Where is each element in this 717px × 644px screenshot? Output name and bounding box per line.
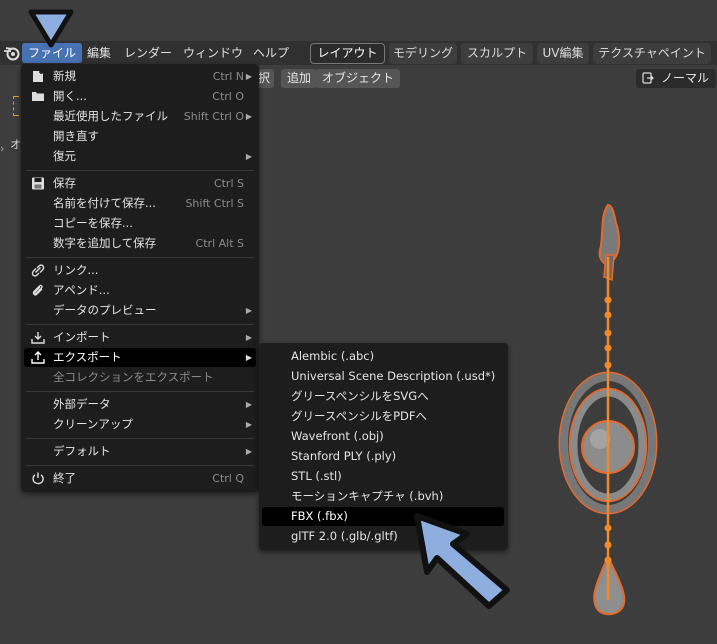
submenu-arrow-icon: ▶ <box>245 72 252 81</box>
power-icon <box>32 472 44 485</box>
menu-edit[interactable]: 編集 <box>81 43 117 63</box>
menu-separator <box>26 170 254 171</box>
menu-item-label: 復元 <box>53 149 76 163</box>
menu-item-open[interactable]: 開く... Ctrl O <box>24 87 256 106</box>
tab-layout[interactable]: レイアウト <box>310 43 385 64</box>
menu-help[interactable]: ヘルプ <box>247 43 295 63</box>
export-grease-pencil-pdf[interactable]: グリースペンシルをPDFへ <box>262 407 504 426</box>
append-icon <box>32 284 43 296</box>
menu-shortcut: Shift Ctrl S <box>185 197 244 210</box>
submenu-arrow-icon: ▶ <box>245 400 252 409</box>
menu-window[interactable]: ウィンドウ <box>177 43 249 63</box>
menu-shortcut: Ctrl Alt S <box>195 237 244 250</box>
file-menu: 新規 Ctrl N ▶ 開く... Ctrl O 最近使用したファイル Shif… <box>21 64 259 492</box>
menu-item-label: 数字を追加して保存 <box>53 236 157 250</box>
menu-item-save-copy[interactable]: コピーを保存... <box>24 214 256 233</box>
viewport-add-menu[interactable]: 追加 <box>281 69 318 88</box>
export-wavefront-obj[interactable]: Wavefront (.obj) <box>262 427 504 446</box>
menu-shortcut: Ctrl O <box>212 90 244 103</box>
menu-item-label: データのプレビュー <box>53 303 157 317</box>
menu-item-label: 終了 <box>53 471 76 485</box>
menu-item-label: リンク... <box>53 263 99 277</box>
topbar: ファイル 編集 レンダー ウィンドウ ヘルプ レイアウト モデリング スカルプト… <box>0 41 717 65</box>
menu-item-import[interactable]: インポート ▶ <box>24 328 256 347</box>
menu-item-revert[interactable]: 開き直す <box>24 127 256 146</box>
export-stl[interactable]: STL (.stl) <box>262 467 504 486</box>
export-grease-pencil-svg[interactable]: グリースペンシルをSVGへ <box>262 387 504 406</box>
menu-separator <box>26 257 254 258</box>
menu-item-save-as[interactable]: 名前を付けて保存... Shift Ctrl S <box>24 194 256 213</box>
menu-item-save-incremental[interactable]: 数字を追加して保存 Ctrl Alt S <box>24 234 256 253</box>
export-usd[interactable]: Universal Scene Description (.usd*) <box>262 367 504 386</box>
sidebar-toggle-icon[interactable]: › <box>0 142 4 155</box>
menu-item-append[interactable]: アペンド... <box>24 281 256 300</box>
annotation-down-arrow-icon <box>28 9 74 48</box>
submenu-arrow-icon: ▶ <box>245 306 252 315</box>
menu-item-open-recent[interactable]: 最近使用したファイル Shift Ctrl O ▶ <box>24 107 256 126</box>
menu-item-export-all-collections: 全コレクションをエクスポート <box>24 368 256 387</box>
menu-item-label: 開き直す <box>53 129 99 143</box>
annotation-pointer-arrow-icon <box>414 513 510 609</box>
submenu-arrow-icon: ▶ <box>245 112 252 121</box>
submenu-arrow-icon: ▶ <box>245 333 252 342</box>
menu-item-recover[interactable]: 復元 ▶ <box>24 147 256 166</box>
orientation-icon <box>642 72 654 84</box>
menu-shortcut: Ctrl N <box>212 70 244 83</box>
tab-sculpting[interactable]: スカルプト <box>461 43 533 64</box>
menu-item-label: 名前を付けて保存... <box>53 196 156 210</box>
export-motion-capture-bvh[interactable]: モーションキャプチャ (.bvh) <box>262 487 504 506</box>
link-icon <box>31 264 45 277</box>
menu-item-label: 全コレクションをエクスポート <box>53 370 214 384</box>
menu-item-defaults[interactable]: デフォルト ▶ <box>24 442 256 461</box>
menu-shortcut: Ctrl Q <box>212 472 244 485</box>
menu-shortcut: Ctrl S <box>213 177 244 190</box>
export-alembic[interactable]: Alembic (.abc) <box>262 347 504 366</box>
menu-item-label: 開く... <box>53 89 87 103</box>
menu-item-label: コピーを保存... <box>53 216 133 230</box>
tab-modeling[interactable]: モデリング <box>389 43 457 64</box>
submenu-arrow-icon: ▶ <box>245 420 252 429</box>
menu-item-label: デフォルト <box>53 444 111 458</box>
menu-item-label: 外部データ <box>53 397 111 411</box>
import-icon <box>31 332 45 344</box>
folder-icon <box>32 92 44 101</box>
submenu-arrow-icon: ▶ <box>245 353 252 362</box>
blender-logo-icon[interactable] <box>3 45 21 61</box>
menu-separator <box>26 391 254 392</box>
menu-item-link[interactable]: リンク... <box>24 261 256 280</box>
submenu-arrow-icon: ▶ <box>245 447 252 456</box>
menu-item-data-previews[interactable]: データのプレビュー ▶ <box>24 301 256 320</box>
export-stanford-ply[interactable]: Stanford PLY (.ply) <box>262 447 504 466</box>
menu-item-quit[interactable]: 終了 Ctrl Q <box>24 469 256 488</box>
menu-item-save[interactable]: 保存 Ctrl S <box>24 174 256 193</box>
tab-texture-paint[interactable]: テクスチャペイント <box>593 43 711 64</box>
menu-separator <box>26 465 254 466</box>
menu-item-label: 保存 <box>53 176 76 190</box>
shading-mode-dropdown[interactable]: ノーマル <box>636 69 716 88</box>
save-icon <box>32 177 44 190</box>
menu-item-new[interactable]: 新規 Ctrl N ▶ <box>24 67 256 86</box>
menu-item-external-data[interactable]: 外部データ ▶ <box>24 395 256 414</box>
export-icon <box>31 351 45 364</box>
viewport-3d-object[interactable] <box>540 195 680 625</box>
menu-item-clean-up[interactable]: クリーンアップ ▶ <box>24 415 256 434</box>
menu-render[interactable]: レンダー <box>118 43 178 63</box>
menu-item-label: クリーンアップ <box>53 417 133 431</box>
menu-item-label: エクスポート <box>53 350 122 364</box>
menu-item-label: 最近使用したファイル <box>53 109 168 123</box>
submenu-arrow-icon: ▶ <box>245 152 252 161</box>
menu-shortcut: Shift Ctrl O <box>183 110 244 123</box>
tab-uv-editing[interactable]: UV編集 <box>537 43 589 64</box>
menu-item-label: アペンド... <box>53 283 110 297</box>
menu-item-export[interactable]: エクスポート ▶ <box>24 348 256 367</box>
shading-mode-label: ノーマル <box>661 71 710 85</box>
menu-separator <box>26 438 254 439</box>
menu-item-label: インポート <box>53 330 111 344</box>
side-label: オ <box>10 138 21 151</box>
viewport-object-menu[interactable]: オブジェクト <box>316 69 401 88</box>
menu-item-label: 新規 <box>53 69 76 83</box>
new-file-icon <box>33 70 43 82</box>
selected-object-outline <box>13 96 19 116</box>
menu-separator <box>26 324 254 325</box>
